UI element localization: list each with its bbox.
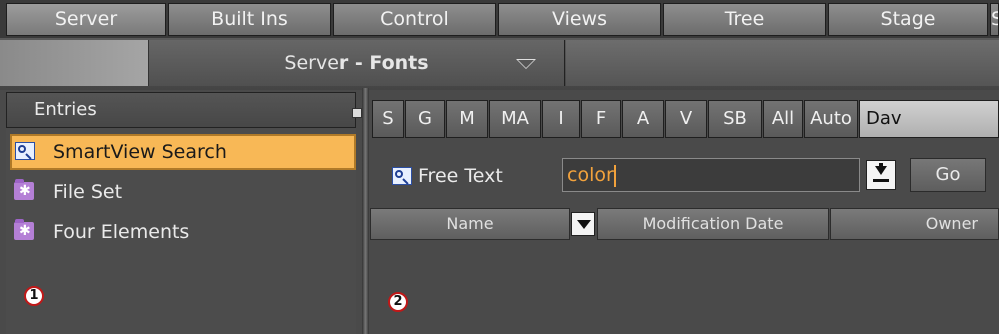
free-text-value: color xyxy=(567,164,614,186)
download-arrow-icon[interactable] xyxy=(866,160,896,190)
entries-panel xyxy=(6,92,356,334)
view-title-suffix: - Fonts xyxy=(348,52,429,74)
entry-file-set[interactable]: ✱ File Set xyxy=(10,174,356,210)
free-text-input[interactable]: color xyxy=(562,158,860,192)
view-title-r: r xyxy=(338,52,349,74)
search-view-icon xyxy=(15,142,35,160)
folder-icon: ✱ xyxy=(14,179,34,200)
entries-header: Entries xyxy=(6,92,356,128)
text-cursor xyxy=(613,164,616,187)
callout-marker-2: 2 xyxy=(388,292,408,312)
tab-views[interactable]: Views xyxy=(498,3,661,36)
entry-label: SmartView Search xyxy=(53,141,227,163)
column-header-owner[interactable]: Owner xyxy=(830,208,999,240)
tab-overflow[interactable]: S xyxy=(990,3,999,36)
search-view-icon xyxy=(392,167,412,185)
tab-stage[interactable]: Stage xyxy=(828,3,988,36)
filter-tab-g[interactable]: G xyxy=(405,100,445,138)
entry-smartview-search[interactable]: SmartView Search xyxy=(10,134,356,170)
server-view-selector[interactable]: Server - Fonts xyxy=(148,40,565,86)
entry-label: Four Elements xyxy=(53,221,190,243)
tab-control[interactable]: Control xyxy=(333,3,496,36)
top-tab-bar: Server Built Ins Control Views Tree Stag… xyxy=(0,0,999,38)
panel-splitter[interactable] xyxy=(362,88,369,334)
resize-handle[interactable] xyxy=(352,108,362,118)
subheader-left-block xyxy=(0,40,149,86)
filter-tab-f[interactable]: F xyxy=(581,100,621,138)
filter-tab-a[interactable]: A xyxy=(622,100,664,138)
filter-tab-dav[interactable]: Dav xyxy=(859,100,999,138)
chevron-down-icon[interactable] xyxy=(516,59,536,69)
tab-built-ins[interactable]: Built Ins xyxy=(168,3,331,36)
entry-four-elements[interactable]: ✱ Four Elements xyxy=(10,214,356,250)
filter-tab-i[interactable]: I xyxy=(542,100,580,138)
filter-tab-auto[interactable]: Auto xyxy=(804,100,858,138)
column-header-modification-date[interactable]: Modification Date xyxy=(597,208,829,240)
go-button[interactable]: Go xyxy=(910,158,986,192)
entry-label: File Set xyxy=(53,181,123,203)
subheader-right-block xyxy=(566,40,999,86)
filter-tab-ma[interactable]: MA xyxy=(489,100,541,138)
filter-tab-sb[interactable]: SB xyxy=(708,100,762,138)
tab-server[interactable]: Server xyxy=(6,3,166,36)
filter-tab-v[interactable]: V xyxy=(665,100,707,138)
view-title-prefix: Serve xyxy=(284,52,339,74)
filter-tab-all[interactable]: All xyxy=(763,100,803,138)
callout-marker-1: 1 xyxy=(24,286,44,306)
folder-icon: ✱ xyxy=(14,219,34,240)
tab-tree[interactable]: Tree xyxy=(663,3,826,36)
free-text-label: Free Text xyxy=(418,165,503,187)
column-header-name[interactable]: Name xyxy=(370,208,570,240)
filter-tab-m[interactable]: M xyxy=(446,100,488,138)
sort-dropdown-icon[interactable] xyxy=(571,212,595,236)
filter-tab-s[interactable]: S xyxy=(372,100,404,138)
